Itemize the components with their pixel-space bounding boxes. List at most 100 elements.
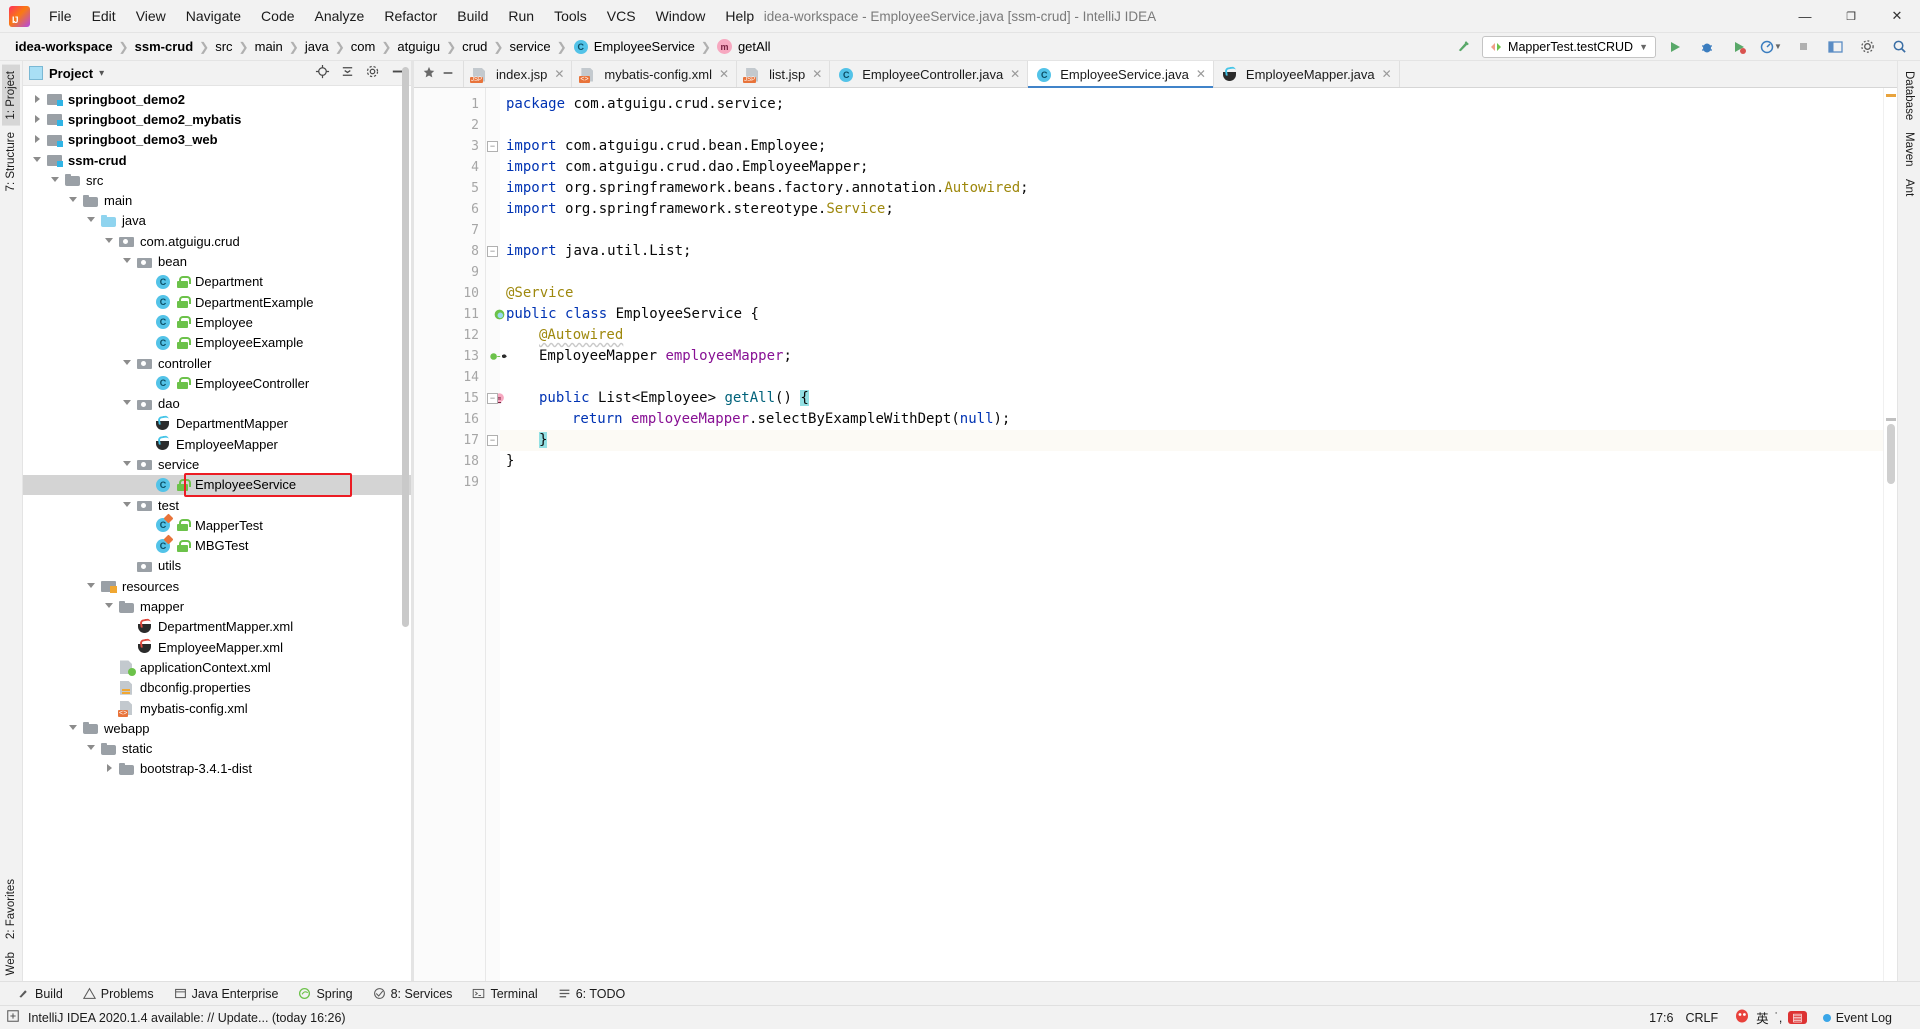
- breadcrumb-item-atguigu[interactable]: atguigu: [392, 38, 445, 55]
- breadcrumb-item-module[interactable]: ssm-crud: [130, 38, 199, 55]
- tool-window-button-project[interactable]: 1: Project: [2, 65, 20, 126]
- bottom-item-spring[interactable]: Spring: [289, 985, 361, 1003]
- project-tree[interactable]: springboot_demo2 springboot_demo2_mybatis…: [23, 86, 411, 981]
- tree-item[interactable]: springboot_demo2_mybatis: [23, 109, 411, 129]
- menu-item-vcs[interactable]: VCS: [597, 0, 646, 32]
- tree-item[interactable]: MapperTest: [23, 513, 411, 535]
- tree-item[interactable]: utils: [23, 556, 411, 576]
- line-number-gutter[interactable]: 1 2 3 4 5 6 7 8 9 10 11 12 13 14 15 m 16 17 18 19: [414, 88, 507, 981]
- code-line[interactable]: [500, 367, 1883, 388]
- tree-item[interactable]: DepartmentMapper.xml: [23, 617, 411, 637]
- editor-tab[interactable]: list.jsp ✕: [737, 61, 831, 87]
- breadcrumb-item-main[interactable]: main: [250, 38, 288, 55]
- editor-tab[interactable]: index.jsp ✕: [464, 61, 573, 87]
- collapse-all-icon[interactable]: [340, 64, 355, 82]
- tree-expand-arrow[interactable]: [123, 358, 134, 369]
- tree-item[interactable]: dao: [23, 393, 411, 413]
- code-line[interactable]: @Autowired: [500, 325, 1883, 346]
- menu-item-run[interactable]: Run: [498, 0, 544, 32]
- fold-cell[interactable]: −: [486, 388, 500, 409]
- code-line[interactable]: public List<Employee> getAll() {: [500, 388, 1883, 409]
- run-with-coverage-button[interactable]: [1726, 36, 1752, 58]
- code-line[interactable]: import org.springframework.stereotype.Se…: [500, 199, 1883, 220]
- tree-item[interactable]: com.atguigu.crud: [23, 231, 411, 251]
- pin-icon[interactable]: [422, 66, 436, 83]
- source-code[interactable]: package com.atguigu.crud.service; import …: [500, 88, 1883, 981]
- tree-expand-arrow[interactable]: [123, 459, 134, 470]
- menu-item-view[interactable]: View: [126, 0, 176, 32]
- close-tab-icon[interactable]: ✕: [719, 67, 729, 81]
- tree-item[interactable]: EmployeeMapper.xml: [23, 637, 411, 657]
- tool-window-button-favorites[interactable]: 2: Favorites: [2, 873, 20, 945]
- caret-position[interactable]: 17:6: [1649, 1011, 1673, 1025]
- code-line[interactable]: @Service: [500, 283, 1883, 304]
- tree-item[interactable]: resources: [23, 576, 411, 596]
- build-button[interactable]: [1450, 36, 1476, 58]
- menu-item-window[interactable]: Window: [646, 0, 716, 32]
- editor-tab[interactable]: EmployeeMapper.java ✕: [1214, 61, 1400, 87]
- ime-indicator[interactable]: 英 ˙, ▤: [1730, 1008, 1811, 1027]
- breadcrumb-item-method[interactable]: m getAll: [712, 38, 776, 55]
- close-tab-icon[interactable]: ✕: [1382, 67, 1392, 81]
- project-scrollbar[interactable]: [402, 67, 409, 627]
- menu-item-code[interactable]: Code: [251, 0, 304, 32]
- tree-expand-arrow[interactable]: [105, 601, 116, 612]
- fold-cell[interactable]: −: [486, 241, 500, 262]
- code-line[interactable]: [500, 472, 1883, 493]
- tree-item[interactable]: service: [23, 454, 411, 474]
- code-line[interactable]: import org.springframework.beans.factory…: [500, 178, 1883, 199]
- editor-tab[interactable]: mybatis-config.xml ✕: [572, 61, 738, 87]
- hide-editor-icon[interactable]: [441, 66, 455, 83]
- close-button[interactable]: ✕: [1874, 0, 1920, 32]
- status-message[interactable]: IntelliJ IDEA 2020.1.4 available: // Upd…: [28, 1011, 346, 1025]
- tree-item[interactable]: static: [23, 739, 411, 759]
- tree-item[interactable]: springboot_demo2: [23, 89, 411, 109]
- tree-expand-arrow[interactable]: [87, 743, 98, 754]
- tool-window-button-web[interactable]: Web: [2, 946, 20, 981]
- code-line[interactable]: return employeeMapper.selectByExampleWit…: [500, 409, 1883, 430]
- breadcrumb-item-crud[interactable]: crud: [457, 38, 492, 55]
- tree-item[interactable]: Department: [23, 272, 411, 292]
- fold-cell[interactable]: −: [486, 136, 500, 157]
- profiler-button[interactable]: ▼: [1758, 36, 1784, 58]
- menu-item-file[interactable]: File: [39, 0, 82, 32]
- tree-expand-arrow[interactable]: [123, 256, 134, 267]
- bottom-item-terminal[interactable]: Terminal: [463, 985, 546, 1003]
- tree-expand-arrow[interactable]: [51, 175, 62, 186]
- code-line[interactable]: import com.atguigu.crud.dao.EmployeeMapp…: [500, 157, 1883, 178]
- fold-cell[interactable]: −: [486, 430, 500, 451]
- maximize-button[interactable]: ❐: [1828, 0, 1874, 32]
- tree-item[interactable]: java: [23, 211, 411, 231]
- breadcrumb-item-src[interactable]: src: [210, 38, 237, 55]
- tree-item[interactable]: Employee: [23, 312, 411, 332]
- code-line[interactable]: package com.atguigu.crud.service;: [500, 94, 1883, 115]
- code-line[interactable]: import java.util.List;: [500, 241, 1883, 262]
- code-line[interactable]: }: [500, 430, 1883, 451]
- tree-expand-arrow[interactable]: [33, 94, 44, 105]
- tree-expand-arrow[interactable]: [105, 763, 116, 774]
- breadcrumb-item-java[interactable]: java: [300, 38, 334, 55]
- close-tab-icon[interactable]: ✕: [1196, 67, 1206, 81]
- close-tab-icon[interactable]: ✕: [554, 67, 564, 81]
- marker-stripe[interactable]: [1883, 88, 1897, 981]
- bottom-item-problems[interactable]: Problems: [74, 985, 163, 1003]
- chevron-down-icon[interactable]: ▾: [99, 68, 104, 79]
- tree-item[interactable]: EmployeeController: [23, 373, 411, 393]
- tree-item[interactable]: MBGTest: [23, 534, 411, 556]
- tree-item[interactable]: main: [23, 190, 411, 210]
- menu-item-build[interactable]: Build: [447, 0, 498, 32]
- tree-item[interactable]: bootstrap-3.4.1-dist: [23, 759, 411, 779]
- tree-expand-arrow[interactable]: [69, 195, 80, 206]
- tree-expand-arrow[interactable]: [69, 723, 80, 734]
- fold-toggle-icon[interactable]: −: [487, 435, 498, 446]
- code-editor[interactable]: 1 2 3 4 5 6 7 8 9 10 11 12 13 14 15 m 16 17 18 19 − − − − pack…: [414, 88, 1897, 981]
- tree-expand-arrow[interactable]: [33, 155, 44, 166]
- code-line[interactable]: [500, 115, 1883, 136]
- tree-item[interactable]: EmployeeExample: [23, 333, 411, 353]
- minimize-button[interactable]: —: [1782, 0, 1828, 32]
- bottom-item-build[interactable]: Build: [8, 985, 72, 1003]
- run-button[interactable]: [1662, 36, 1688, 58]
- event-log-button[interactable]: Event Log: [1822, 1011, 1892, 1025]
- tree-item[interactable]: test: [23, 495, 411, 515]
- fold-toggle-icon[interactable]: −: [487, 393, 498, 404]
